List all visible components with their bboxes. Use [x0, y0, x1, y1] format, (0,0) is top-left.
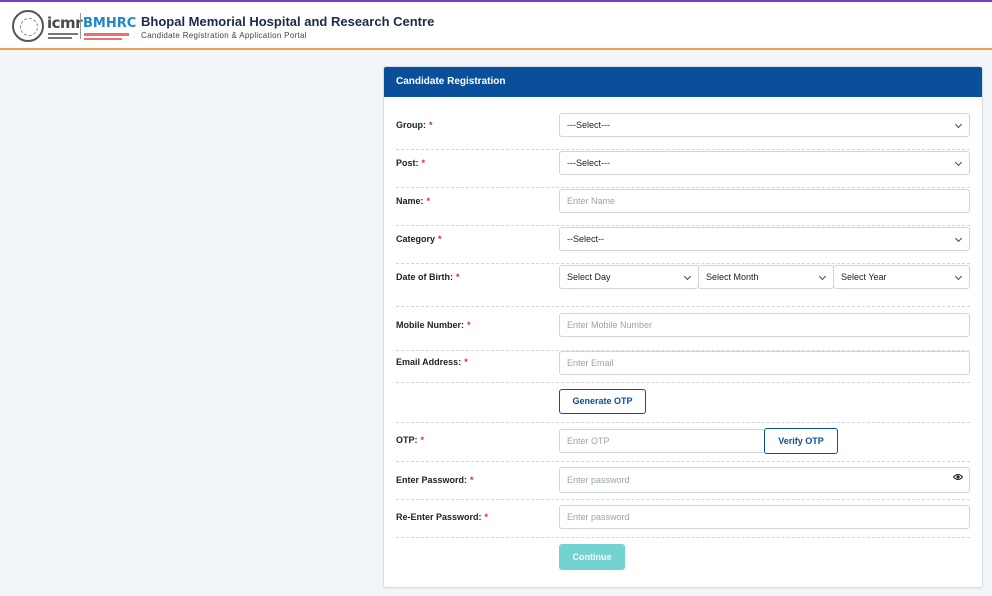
name-label: Name: *	[396, 196, 431, 206]
name-input[interactable]: Enter Name	[559, 189, 970, 213]
chevron-down-icon	[954, 120, 963, 129]
dob-day-select[interactable]: Select Day	[559, 265, 699, 289]
mobile-row: Mobile Number: * Enter Mobile Number	[396, 313, 970, 351]
otp-row: OTP: * Enter OTP Verify OTP	[396, 428, 970, 462]
group-row: Group: * ---Select---	[396, 113, 970, 150]
continue-button[interactable]: Continue	[559, 544, 625, 570]
card-title: Candidate Registration	[384, 67, 982, 97]
chevron-down-icon	[818, 272, 827, 281]
group-select[interactable]: ---Select---	[559, 113, 970, 137]
bmhrc-emblem-logo	[12, 10, 44, 42]
repassword-input[interactable]: Enter password	[559, 505, 970, 529]
post-row: Post: * ---Select---	[396, 151, 970, 188]
eye-icon[interactable]	[953, 473, 963, 481]
bmhrc-logo: BMHRC	[83, 16, 137, 31]
dob-month-select[interactable]: Select Month	[698, 265, 834, 289]
group-label: Group: *	[396, 120, 433, 130]
chevron-down-icon	[954, 234, 963, 243]
bmhrc-logo-tagline-2	[84, 38, 122, 40]
post-label: Post: *	[396, 158, 426, 168]
verify-otp-button[interactable]: Verify OTP	[764, 428, 838, 454]
registration-card: Candidate Registration Group: * ---Select…	[383, 66, 983, 588]
continue-row: Continue	[396, 544, 970, 572]
generate-otp-button[interactable]: Generate OTP	[559, 389, 646, 414]
mobile-label: Mobile Number: *	[396, 320, 471, 330]
name-row: Name: * Enter Name	[396, 189, 970, 226]
logo-divider	[80, 13, 81, 39]
chevron-down-icon	[954, 272, 963, 281]
repassword-label: Re-Enter Password: *	[396, 512, 489, 522]
post-select[interactable]: ---Select---	[559, 151, 970, 175]
password-label: Enter Password: *	[396, 475, 474, 485]
icmr-logo: icmr	[47, 14, 83, 32]
category-select[interactable]: --Select--	[559, 227, 970, 251]
password-input[interactable]: Enter password	[559, 467, 970, 493]
otp-label: OTP: *	[396, 435, 425, 445]
email-row: Email Address: * Enter Email	[396, 351, 970, 383]
category-label: Category *	[396, 234, 442, 244]
dob-row: Date of Birth: * Select Day Select Month …	[396, 265, 970, 307]
otp-input[interactable]: Enter OTP	[559, 429, 765, 453]
icmr-logo-tagline-1	[48, 33, 78, 35]
dob-label: Date of Birth: *	[396, 272, 460, 282]
email-label: Email Address: *	[396, 357, 468, 367]
dob-year-select[interactable]: Select Year	[833, 265, 970, 289]
password-row: Enter Password: * Enter password	[396, 467, 970, 500]
chevron-down-icon	[954, 158, 963, 167]
category-row: Category * --Select--	[396, 227, 970, 264]
repassword-row: Re-Enter Password: * Enter password	[396, 505, 970, 538]
icmr-logo-tagline-2	[48, 37, 72, 39]
generate-otp-row: Generate OTP	[396, 389, 970, 423]
site-title: Bhopal Memorial Hospital and Research Ce…	[141, 14, 435, 29]
chevron-down-icon	[683, 272, 692, 281]
mobile-input[interactable]: Enter Mobile Number	[559, 313, 970, 337]
site-header: icmr BMHRC Bhopal Memorial Hospital and …	[0, 0, 992, 50]
bmhrc-logo-tagline-1	[84, 33, 129, 36]
site-subtitle: Candidate Registration & Application Por…	[141, 31, 307, 40]
email-input[interactable]: Enter Email	[559, 351, 970, 375]
